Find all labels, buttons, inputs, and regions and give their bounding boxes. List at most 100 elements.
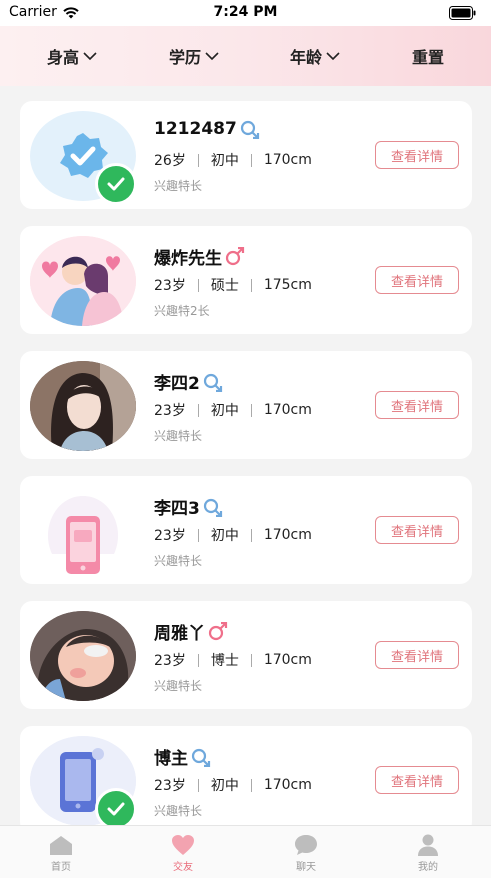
info-row: 26岁 初中 170cm	[154, 150, 312, 170]
battery-icon	[449, 6, 476, 20]
divider	[250, 403, 252, 417]
divider	[250, 528, 252, 542]
tab-chat[interactable]: 聊天	[266, 826, 346, 878]
avatar	[30, 236, 136, 326]
woman-photo	[30, 361, 136, 451]
male-icon	[191, 748, 211, 767]
user-hobby: 兴趣特长	[154, 804, 203, 818]
tab-label: 交友	[173, 862, 193, 873]
user-age: 23岁	[154, 778, 186, 794]
filter-bar: 身高 学历 年龄 重置	[0, 26, 491, 86]
chevron-down-icon	[205, 52, 219, 61]
filter-label: 重置	[412, 48, 445, 67]
user-card[interactable]: 博主 23岁 初中 170cm 兴趣特长 查看详情	[20, 726, 472, 834]
user-card[interactable]: 1212487 26岁 初中 170cm 兴趣特长 查看详情	[20, 101, 472, 209]
chevron-down-icon	[83, 52, 97, 61]
user-hobby: 兴趣特长	[154, 429, 203, 443]
filter-label: 学历	[169, 48, 202, 67]
name-row: 1212487	[154, 119, 261, 139]
filter-reset-button[interactable]: 重置	[412, 26, 444, 86]
filter-label: 年龄	[290, 48, 323, 67]
user-education: 初中	[210, 403, 239, 419]
male-icon	[240, 120, 259, 139]
user-name: 周雅丫	[154, 624, 205, 644]
name-row: 周雅丫	[154, 619, 229, 644]
user-name: 博主	[154, 749, 188, 769]
filter-age[interactable]: 年龄	[290, 26, 341, 86]
divider	[197, 278, 199, 292]
user-education: 博士	[210, 653, 239, 669]
info-row: 23岁 初中 170cm	[154, 400, 312, 420]
tab-label: 首页	[51, 862, 71, 873]
status-time: 7:24 PM	[213, 4, 278, 20]
divider	[197, 653, 199, 667]
tab-bar: 首页 交友 聊天 我的	[0, 825, 491, 878]
couple-illustration	[30, 236, 136, 326]
info-row: 23岁 硕士 175cm	[154, 275, 312, 295]
user-age: 26岁	[154, 153, 186, 169]
verified-check-icon	[95, 163, 137, 205]
user-height: 175cm	[263, 277, 312, 293]
user-name: 1212487	[154, 119, 237, 139]
avatar	[30, 611, 136, 701]
tab-label: 聊天	[296, 862, 316, 873]
user-age: 23岁	[154, 403, 186, 419]
divider	[197, 778, 199, 792]
user-height: 170cm	[263, 652, 312, 668]
user-height: 170cm	[263, 777, 312, 793]
divider	[250, 653, 252, 667]
user-age: 23岁	[154, 528, 186, 544]
view-details-button[interactable]: 查看详情	[375, 516, 459, 544]
avatar	[30, 486, 136, 576]
filter-label: 身高	[47, 48, 80, 67]
female-icon	[208, 621, 228, 640]
user-education: 初中	[210, 528, 239, 544]
user-hobby: 兴趣特2长	[154, 304, 210, 318]
user-age: 23岁	[154, 653, 186, 669]
user-hobby: 兴趣特长	[154, 554, 203, 568]
user-height: 170cm	[263, 152, 312, 168]
name-row: 李四2	[154, 369, 224, 394]
view-details-button[interactable]: 查看详情	[375, 641, 459, 669]
user-name: 爆炸先生	[154, 249, 222, 269]
chevron-down-icon	[326, 52, 340, 61]
avatar	[30, 361, 136, 451]
tab-home[interactable]: 首页	[21, 826, 101, 878]
name-row: 李四3	[154, 494, 224, 519]
tab-dating[interactable]: 交友	[143, 826, 223, 878]
user-height: 170cm	[263, 527, 312, 543]
phone-illustration-pink	[47, 496, 119, 574]
status-bar: Carrier 7:24 PM	[0, 0, 491, 26]
female-icon	[225, 246, 245, 265]
tab-profile[interactable]: 我的	[388, 826, 468, 878]
name-row: 博主	[154, 744, 212, 769]
view-details-button[interactable]: 查看详情	[375, 141, 459, 169]
info-row: 23岁 初中 170cm	[154, 525, 312, 545]
user-hobby: 兴趣特长	[154, 179, 203, 193]
view-details-button[interactable]: 查看详情	[375, 391, 459, 419]
user-card[interactable]: 爆炸先生 23岁 硕士 175cm 兴趣特2长 查看详情	[20, 226, 472, 334]
male-icon	[203, 373, 222, 392]
view-details-button[interactable]: 查看详情	[375, 266, 459, 294]
user-card[interactable]: 李四3 23岁 初中 170cm 兴趣特长 查看详情	[20, 476, 472, 584]
divider	[197, 528, 199, 542]
user-name: 李四2	[154, 374, 200, 394]
user-education: 初中	[210, 778, 239, 794]
user-icon	[418, 834, 438, 856]
male-icon	[203, 498, 222, 517]
filter-height[interactable]: 身高	[47, 26, 98, 86]
info-row: 23岁 初中 170cm	[154, 775, 312, 795]
user-name: 李四3	[154, 499, 200, 519]
divider	[250, 278, 252, 292]
chat-bubble-icon	[295, 835, 317, 855]
user-card[interactable]: 周雅丫 23岁 博士 170cm 兴趣特长 查看详情	[20, 601, 472, 709]
verified-check-icon	[95, 788, 137, 830]
user-education: 初中	[210, 153, 239, 169]
view-details-button[interactable]: 查看详情	[375, 766, 459, 794]
info-row: 23岁 博士 170cm	[154, 650, 312, 670]
user-height: 170cm	[263, 402, 312, 418]
divider	[197, 403, 199, 417]
user-card[interactable]: 李四2 23岁 初中 170cm 兴趣特长 查看详情	[20, 351, 472, 459]
divider	[250, 778, 252, 792]
filter-education[interactable]: 学历	[169, 26, 220, 86]
